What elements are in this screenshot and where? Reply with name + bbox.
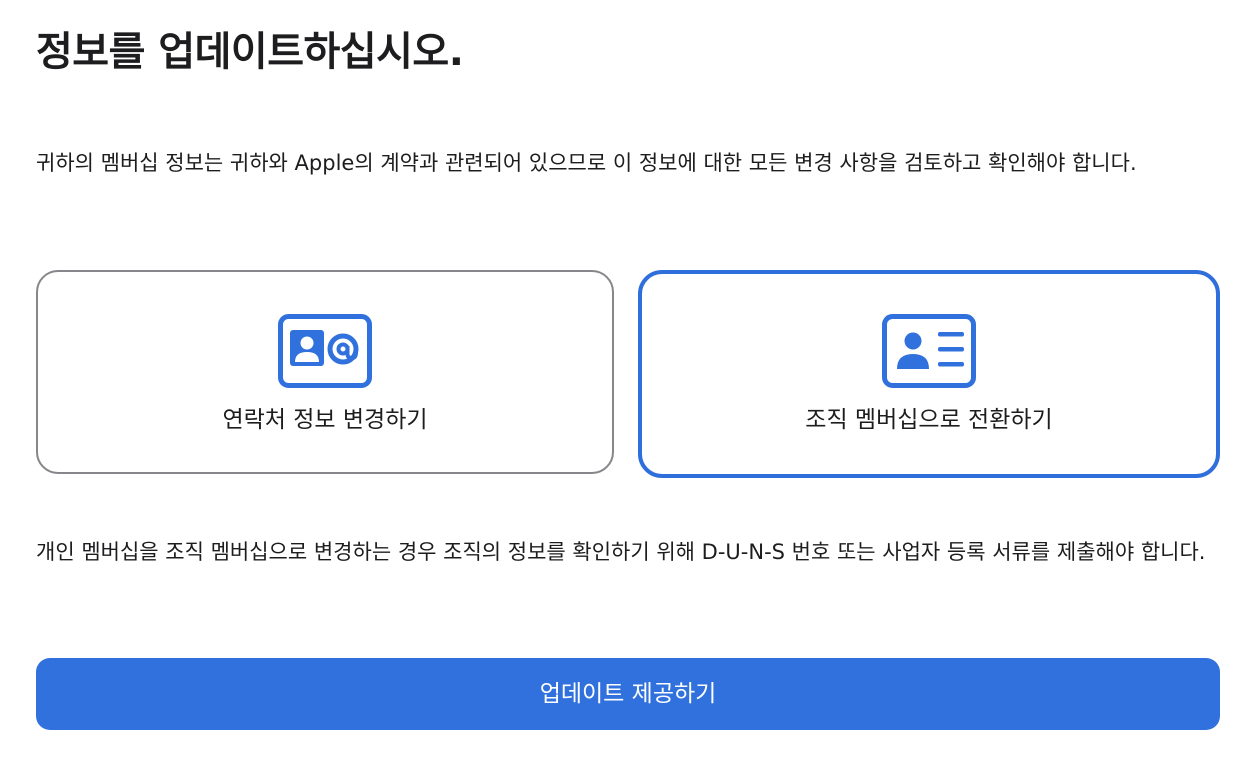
switch-to-organization-label: 조직 멤버십으로 전환하기 (805, 407, 1053, 433)
change-contact-info-option[interactable]: 연락처 정보 변경하기 (36, 270, 614, 474)
change-contact-info-label: 연락처 정보 변경하기 (222, 407, 428, 433)
switch-to-organization-option[interactable]: 조직 멤버십으로 전환하기 (638, 270, 1220, 478)
contact-card-at-icon (278, 314, 372, 388)
provide-update-button[interactable]: 업데이트 제공하기 (36, 658, 1220, 730)
duns-requirement-note: 개인 멤버십을 조직 멤버십으로 변경하는 경우 조직의 정보를 확인하기 위해… (36, 540, 1206, 564)
update-options: 연락처 정보 변경하기 조직 멤버십으로 전환하기 (36, 270, 1220, 478)
id-card-icon (882, 314, 976, 388)
page-description: 귀하의 멤버십 정보는 귀하와 Apple의 계약과 관련되어 있으므로 이 정… (36, 151, 1137, 175)
page-title: 정보를 업데이트하십시오. (36, 29, 464, 75)
